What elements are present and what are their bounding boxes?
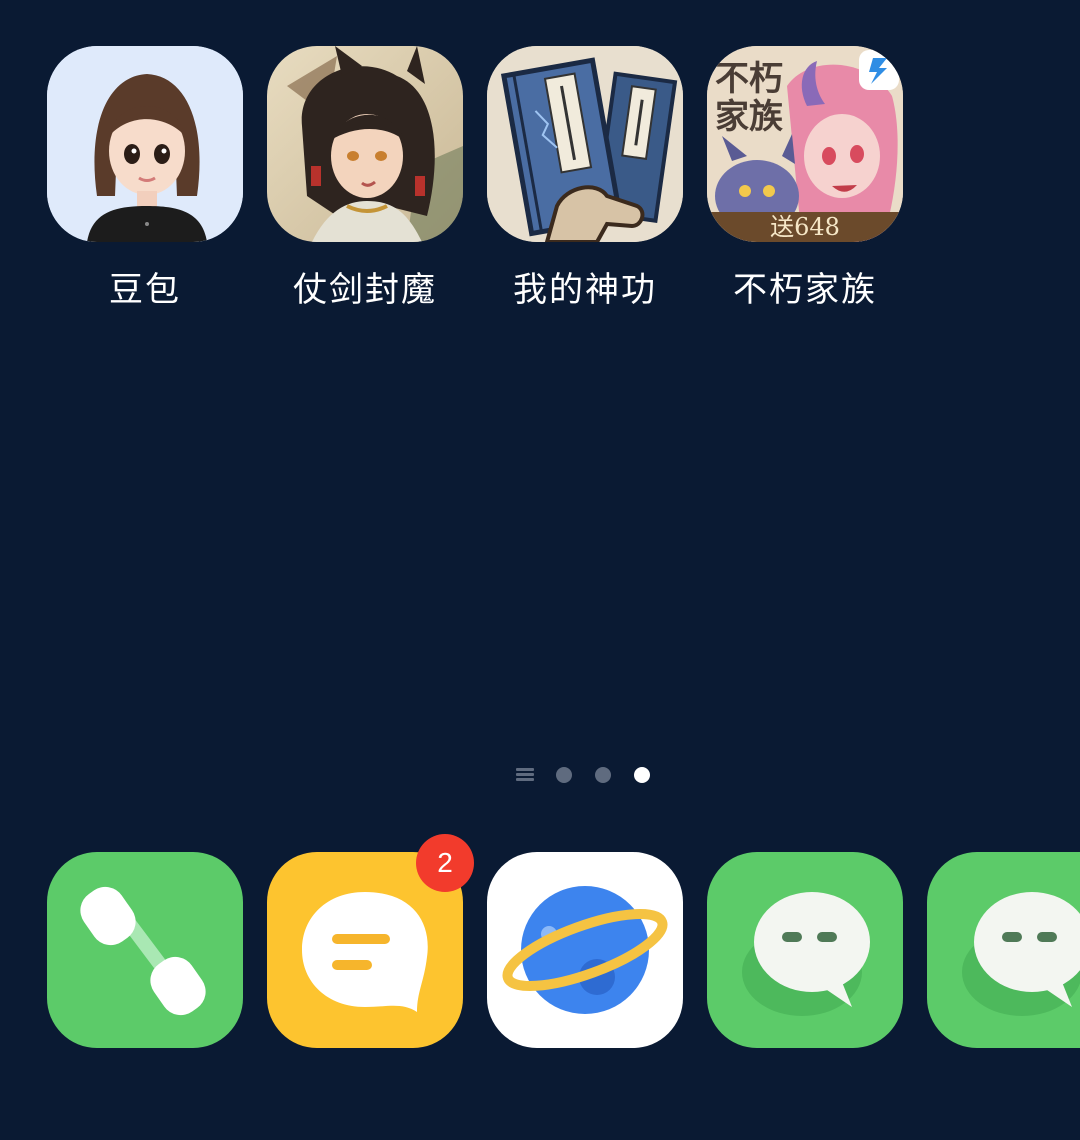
warrior-girl-icon: [267, 46, 463, 242]
app-label: 仗剑封魔: [293, 270, 437, 310]
unread-badge: 2: [416, 834, 474, 892]
doubao-avatar-icon: [47, 46, 243, 242]
corner-logo-icon: [859, 50, 899, 90]
phone-icon: [80, 886, 206, 1016]
app-drawer-lines-icon: [516, 768, 534, 782]
icon-title-text: 不朽家族: [715, 59, 783, 137]
chat-bubble-icon: [742, 892, 870, 1016]
page-dot-2[interactable]: [595, 767, 611, 783]
app-buxiu-jiazu[interactable]: 不朽家族 送648 不朽家族: [707, 46, 903, 311]
dock-phone[interactable]: [47, 852, 243, 1048]
app-label: 我的神功: [513, 270, 657, 310]
app-label: 豆包: [109, 270, 181, 310]
app-label: 不朽家族: [733, 270, 877, 310]
fantasy-family-icon: 不朽家族 送648: [707, 46, 903, 242]
app-zhangjian-fengmo[interactable]: 仗剑封魔: [267, 46, 463, 311]
planet-browser-icon: [502, 886, 668, 1014]
chat-bubble-icon: [962, 892, 1080, 1016]
page-indicator[interactable]: [516, 766, 656, 784]
dock-chat-2[interactable]: [927, 852, 1080, 1048]
dock-browser[interactable]: [487, 852, 683, 1048]
page-dot-3-active[interactable]: [634, 767, 650, 783]
promo-banner: 送648: [707, 212, 903, 242]
page-dot-1[interactable]: [556, 767, 572, 783]
martial-books-icon: [487, 46, 683, 242]
app-wode-shengong[interactable]: 我的神功: [487, 46, 683, 311]
app-doubao[interactable]: 豆包: [47, 46, 243, 311]
dock-chat-1[interactable]: [707, 852, 903, 1048]
